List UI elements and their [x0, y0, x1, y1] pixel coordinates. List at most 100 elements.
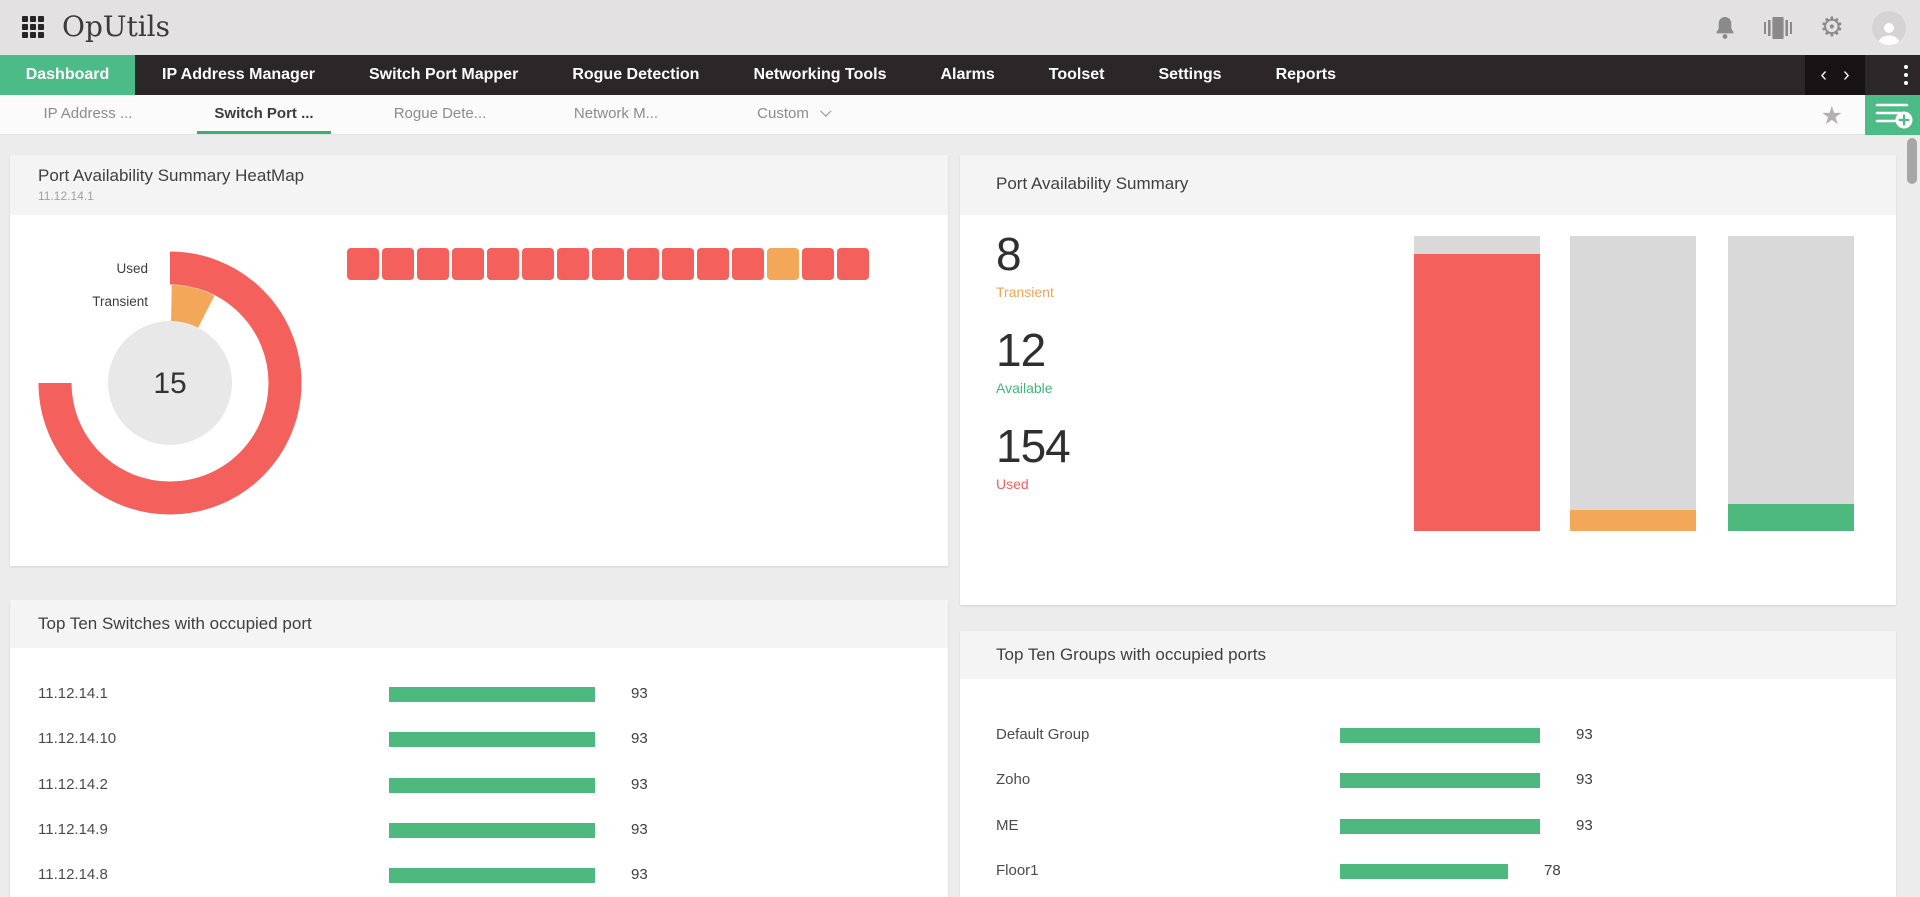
- main-nav-tabs: Dashboard IP Address Manager Switch Port M…: [0, 55, 1363, 95]
- heatmap-cell-13-transient: [767, 248, 799, 280]
- nav-tab-toolset[interactable]: Toolset: [1022, 55, 1132, 95]
- panel-title: Port Availability Summary: [996, 174, 1189, 193]
- bar-row-label: ME: [996, 816, 1019, 834]
- vbar-track-available: [1728, 236, 1854, 531]
- vbar-fill-available: [1728, 504, 1854, 531]
- apps-grid-icon[interactable]: [22, 16, 46, 40]
- bar-row-value: 93: [1576, 816, 1593, 834]
- bar-row-label: 11.12.14.1: [38, 685, 108, 702]
- dashboard-subnav: IP Address ... Switch Port ... Rogue Dete.…: [0, 95, 1920, 135]
- port-donut-chart: 15 Used Transient: [38, 251, 302, 515]
- nav-prev-chevron-icon[interactable]: ‹: [1820, 65, 1827, 85]
- bar-row-label: 11.12.14.9: [38, 820, 108, 838]
- bar-row-value: 78: [1544, 861, 1561, 879]
- bar-row-floor1: Floor1 78: [960, 860, 1896, 882]
- bar-row-label: Floor1: [996, 861, 1039, 879]
- bar-row-11-12-14-1: 11.12.14.1 93: [10, 683, 948, 705]
- dashboard-subnav-tabs: IP Address ... Switch Port ... Rogue Dete.…: [0, 95, 1920, 134]
- bar-row-bar: [389, 777, 595, 793]
- panel-title: Top Ten Switches with occupied port: [38, 614, 312, 633]
- subnav-tab-network-m[interactable]: Network M...: [528, 95, 704, 134]
- heatmap-cell-6-used: [522, 248, 554, 280]
- heatmap-cell-10-used: [662, 248, 694, 280]
- nav-tab-reports[interactable]: Reports: [1249, 55, 1363, 95]
- bar-row-label: Default Group: [996, 726, 1090, 743]
- donut-center-total: 15: [153, 367, 186, 400]
- heatmap-cell-1-used: [347, 248, 379, 280]
- bar-row-label: Zoho: [996, 771, 1031, 789]
- bar-row-bar: [1340, 773, 1540, 789]
- nav-pager: ‹ ›: [1805, 55, 1865, 95]
- heatmap-cells: [347, 248, 869, 280]
- panel-subtitle: 11.12.14.1: [38, 189, 94, 203]
- heatmap-cell-8-used: [592, 248, 624, 280]
- donut-legend-transient: Transient: [92, 294, 148, 309]
- bar-row-bar: [389, 732, 595, 748]
- bar-row-label: 11.12.14.8: [38, 866, 108, 884]
- subnav-tab-switch-port[interactable]: Switch Port ...: [176, 95, 352, 134]
- bar-row-me: ME 93: [960, 815, 1896, 837]
- app-logo: OpUtils: [62, 10, 171, 43]
- settings-gear-icon[interactable]: ⚙: [1820, 14, 1844, 41]
- heatmap-cell-9-used: [627, 248, 659, 280]
- vbar-fill-used: [1414, 253, 1540, 531]
- panel-title: Top Ten Groups with occupied ports: [996, 645, 1266, 664]
- bar-row-label: 11.12.14.2: [38, 775, 108, 793]
- groups-bar-list: Default Group 93 Zoho 93 ME 93 Floor1 78: [960, 679, 1896, 897]
- nav-next-chevron-icon[interactable]: ›: [1843, 65, 1850, 85]
- nav-tab-switch-port-mapper[interactable]: Switch Port Mapper: [342, 55, 545, 95]
- nav-kebab-menu-icon[interactable]: [1904, 55, 1908, 95]
- panel-port-availability-heatmap: Port Availability Summary HeatMap 11.12.…: [10, 155, 948, 566]
- vbar-track-transient: [1570, 236, 1696, 531]
- heatmap-cell-15-used: [837, 248, 869, 280]
- heatmap-cell-5-used: [487, 248, 519, 280]
- custom-dropdown-chevron-icon: [820, 105, 832, 117]
- switches-bar-list: 11.12.14.1 93 11.12.14.10 93 11.12.14.2 93 11.…: [10, 648, 948, 897]
- user-avatar[interactable]: [1872, 10, 1906, 45]
- heatmap-cell-14-used: [802, 248, 834, 280]
- heatmap-cell-11-used: [697, 248, 729, 280]
- app-header: OpUtils ⚙: [0, 0, 1920, 55]
- bar-row-value: 93: [631, 775, 648, 793]
- nav-tab-settings[interactable]: Settings: [1131, 55, 1248, 95]
- bar-row-value: 93: [631, 685, 648, 702]
- subnav-tab-rogue-dete[interactable]: Rogue Dete...: [352, 95, 528, 134]
- bar-row-value: 93: [631, 866, 648, 884]
- nav-tab-dashboard[interactable]: Dashboard: [0, 55, 135, 95]
- bar-row-value: 93: [631, 730, 648, 748]
- bar-row-value: 93: [631, 820, 648, 838]
- bar-row-bar: [389, 822, 595, 838]
- nav-tab-networking-tools[interactable]: Networking Tools: [726, 55, 913, 95]
- panel-title: Port Availability Summary HeatMap: [38, 166, 305, 185]
- nav-tab-alarms[interactable]: Alarms: [913, 55, 1021, 95]
- display-wall-icon[interactable]: [1763, 16, 1792, 39]
- summary-vertical-bars: [960, 215, 1896, 605]
- heatmap-cell-3-used: [417, 248, 449, 280]
- bar-row-label: 11.12.14.10: [38, 730, 117, 748]
- main-nav: Dashboard IP Address Manager Switch Port M…: [0, 55, 1920, 95]
- add-dashboard-button[interactable]: [1865, 95, 1920, 135]
- bar-row-11-12-14-9: 11.12.14.9 93: [10, 819, 948, 841]
- notifications-bell-icon[interactable]: [1714, 16, 1736, 40]
- bar-row-bar: [389, 687, 595, 702]
- bar-row-bar: [1340, 818, 1540, 834]
- subnav-tab-custom[interactable]: Custom: [704, 95, 880, 134]
- bar-row-value: 93: [1576, 726, 1593, 743]
- heatmap-cell-7-used: [557, 248, 589, 280]
- bar-row-default-group: Default Group 93: [960, 724, 1896, 746]
- vbar-track-used: [1414, 236, 1540, 531]
- subnav-tab-ip-address[interactable]: IP Address ...: [0, 95, 176, 134]
- bar-row-zoho: Zoho 93: [960, 769, 1896, 791]
- heatmap-cell-2-used: [382, 248, 414, 280]
- heatmap-cell-12-used: [732, 248, 764, 280]
- vbar-fill-transient: [1570, 510, 1696, 531]
- nav-tab-ip-address-manager[interactable]: IP Address Manager: [135, 55, 342, 95]
- bar-row-11-12-14-8: 11.12.14.8 93: [10, 864, 948, 886]
- nav-tab-rogue-detection[interactable]: Rogue Detection: [545, 55, 726, 95]
- favorite-star-icon[interactable]: ★: [1821, 101, 1843, 130]
- heatmap-cell-4-used: [452, 248, 484, 280]
- bar-row-bar: [1340, 863, 1508, 879]
- panel-top-groups: Top Ten Groups with occupied ports Defau…: [960, 631, 1896, 897]
- bar-row-11-12-14-2: 11.12.14.2 93: [10, 774, 948, 796]
- bar-row-bar: [389, 868, 595, 884]
